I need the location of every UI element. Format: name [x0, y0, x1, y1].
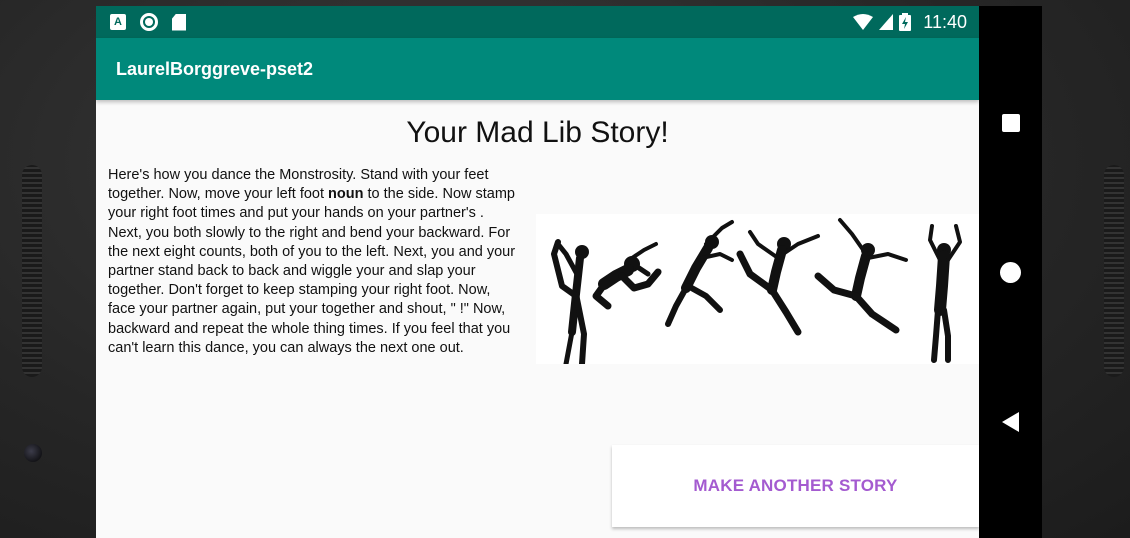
- home-circle-icon: [1000, 261, 1021, 283]
- main-content: Your Mad Lib Story! Here's how you dance…: [96, 100, 979, 538]
- battery-icon: [899, 13, 912, 31]
- make-another-story-button[interactable]: MAKE ANOTHER STORY: [612, 445, 979, 527]
- status-time: 11:40: [923, 11, 967, 32]
- wifi-icon: [853, 14, 874, 30]
- cell-signal-icon: [879, 14, 894, 30]
- android-notification-icon: A: [110, 14, 126, 30]
- app-bar: LaurelBorggreve-pset2: [96, 38, 979, 100]
- status-bar: A 11:40: [96, 6, 979, 38]
- sync-circle-icon: [140, 13, 158, 31]
- dancers-silhouettes-image: [536, 214, 979, 364]
- recents-button[interactable]: [979, 98, 1042, 148]
- back-button[interactable]: [979, 397, 1042, 447]
- back-triangle-icon: [1002, 412, 1019, 432]
- device-frame: A 11:40 LaurelBorggreve-pset2 Your Mad L…: [0, 0, 1130, 538]
- right-speaker-grille: [1104, 165, 1124, 377]
- screen: A 11:40 LaurelBorggreve-pset2 Your Mad L…: [96, 6, 1042, 538]
- home-button[interactable]: [979, 247, 1042, 297]
- sd-card-icon: [172, 13, 186, 31]
- recents-square-icon: [1001, 114, 1020, 132]
- page-title: Your Mad Lib Story!: [406, 116, 669, 149]
- front-camera: [24, 444, 42, 462]
- story-text: Here's how you dance the Monstrosity. St…: [108, 166, 520, 358]
- story-word-noun: noun: [328, 186, 364, 203]
- navigation-bar: [979, 6, 1042, 538]
- app-title: LaurelBorggreve-pset2: [116, 58, 314, 79]
- story-text-end: to the side. Now stamp your right foot t…: [108, 186, 516, 356]
- left-speaker-grille: [22, 165, 42, 377]
